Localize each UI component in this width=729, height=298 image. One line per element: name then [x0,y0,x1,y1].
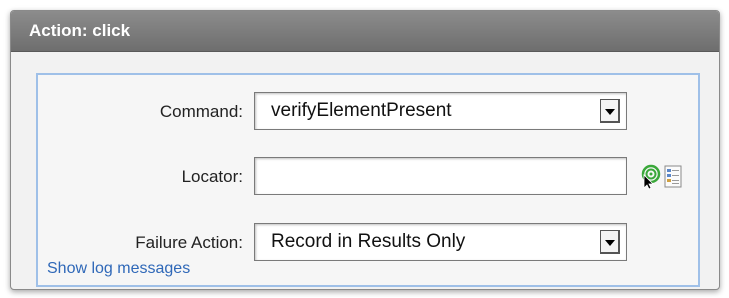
header-prefix: Action: [29,21,88,40]
action-panel: Action: click Command: verifyElementPres… [10,10,720,290]
action-form: Command: verifyElementPresent Locator: F… [36,73,700,287]
panel-header: Action: click [11,11,719,52]
command-select-value: verifyElementPresent [271,100,452,121]
command-select[interactable]: verifyElementPresent [254,92,627,130]
target-picker-icon[interactable] [639,164,661,190]
failure-action-select[interactable]: Record in Results Only [254,223,627,261]
failure-action-label: Failure Action: [135,233,243,252]
show-log-messages-link[interactable]: Show log messages [47,260,190,278]
failure-action-select-value: Record in Results Only [271,231,466,252]
failure-action-row: Failure Action: Record in Results Only [38,223,698,263]
command-row: Command: verifyElementPresent [38,92,698,132]
dropdown-arrow-icon[interactable] [600,99,620,123]
element-list-icon[interactable] [662,164,684,190]
header-action-name: click [92,21,131,40]
command-label: Command: [159,102,243,121]
locator-row: Locator: [38,157,698,197]
locator-label: Locator: [181,167,243,186]
locator-input[interactable] [254,157,627,195]
dropdown-arrow-icon[interactable] [600,230,620,254]
